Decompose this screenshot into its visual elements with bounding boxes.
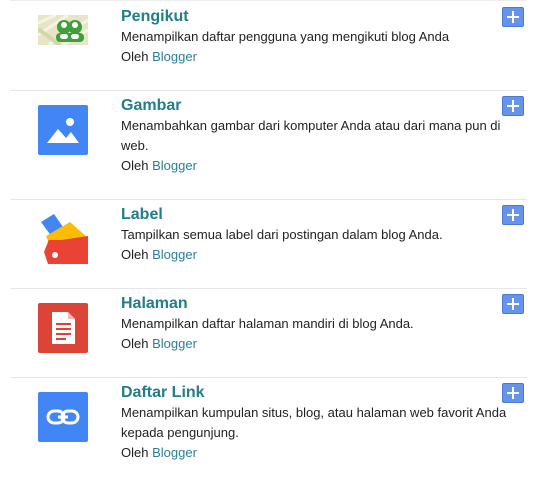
- author-link[interactable]: Blogger: [152, 158, 197, 173]
- gadget-description: Menampilkan daftar pengguna yang mengiku…: [121, 29, 450, 44]
- gadget-item-gambar: Gambar Menambahkan gambar dari komputer …: [10, 90, 527, 200]
- author-link[interactable]: Blogger: [152, 445, 197, 460]
- gadget-title[interactable]: Pengikut: [121, 7, 189, 27]
- byline-prefix: Oleh: [121, 158, 149, 173]
- link-icon: [38, 392, 88, 442]
- label-icon: [38, 214, 88, 264]
- gadget-item-pengikut: Pengikut Menampilkan daftar pengguna yan…: [10, 0, 527, 91]
- gadget-description: Tampilkan semua label dari postingan dal…: [121, 227, 443, 242]
- byline-prefix: Oleh: [121, 49, 149, 64]
- gadget-byline: Oleh Blogger: [121, 47, 197, 67]
- gadget-list: Pengikut Menampilkan daftar pengguna yan…: [0, 0, 540, 478]
- add-gadget-button[interactable]: [502, 383, 524, 403]
- page-icon: [38, 303, 88, 353]
- byline-prefix: Oleh: [121, 247, 149, 262]
- add-gadget-button[interactable]: [502, 7, 524, 27]
- gadget-byline: Oleh Blogger: [121, 156, 197, 176]
- gadget-title[interactable]: Daftar Link: [121, 383, 205, 403]
- gadget-byline: Oleh Blogger: [121, 245, 197, 265]
- gadget-title[interactable]: Label: [121, 205, 163, 225]
- gadget-title[interactable]: Gambar: [121, 96, 181, 116]
- author-link[interactable]: Blogger: [152, 336, 197, 351]
- add-gadget-button[interactable]: [502, 205, 524, 225]
- byline-prefix: Oleh: [121, 445, 149, 460]
- gadget-item-label: Label Tampilkan semua label dari posting…: [10, 199, 527, 289]
- image-icon: [38, 105, 88, 155]
- followers-icon: [36, 13, 89, 47]
- gadget-title[interactable]: Halaman: [121, 294, 188, 314]
- author-link[interactable]: Blogger: [152, 49, 197, 64]
- add-gadget-button[interactable]: [502, 294, 524, 314]
- gadget-byline: Oleh Blogger: [121, 443, 197, 463]
- gadget-description: Menampilkan daftar halaman mandiri di bl…: [121, 316, 414, 331]
- gadget-description: Menambahkan gambar dari komputer Anda at…: [121, 118, 501, 153]
- gadget-description: Menampilkan kumpulan situs, blog, atau h…: [121, 405, 507, 440]
- author-link[interactable]: Blogger: [152, 247, 197, 262]
- gadget-byline: Oleh Blogger: [121, 334, 197, 354]
- byline-prefix: Oleh: [121, 336, 149, 351]
- gadget-item-daftar-link: Daftar Link Menampilkan kumpulan situs, …: [10, 377, 527, 479]
- add-gadget-button[interactable]: [502, 96, 524, 116]
- gadget-item-halaman: Halaman Menampilkan daftar halaman mandi…: [10, 288, 527, 378]
